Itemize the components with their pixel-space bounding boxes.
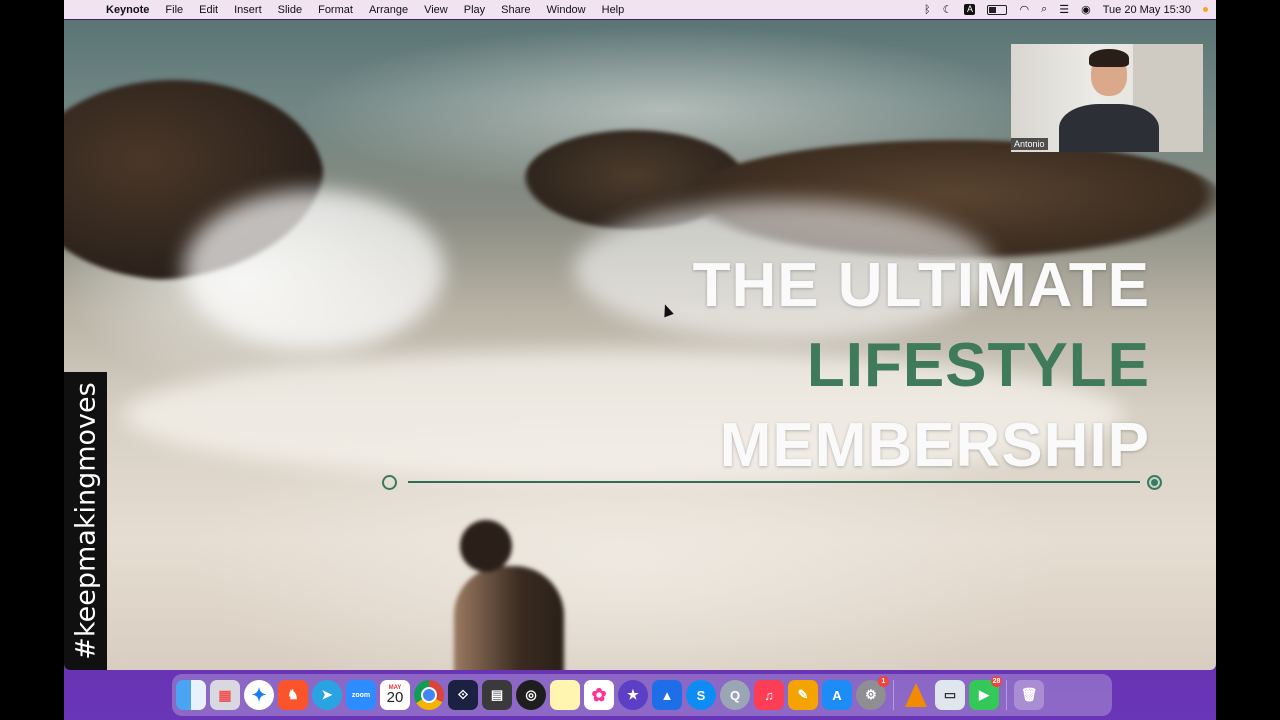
dock-separator bbox=[1006, 680, 1007, 710]
keynote-icon[interactable]: ▲ bbox=[652, 680, 682, 710]
facetime-icon[interactable]: ▶ 28 bbox=[969, 676, 1002, 710]
dock: ▦ ✦ ♞ ➤ zoom MAY 20 ⟐ ▤ ◎ ✿ ★ ▲ S Q ♫ ✎ … bbox=[172, 674, 1112, 716]
trash-icon[interactable]: 🗑 bbox=[1014, 680, 1044, 710]
pages-icon[interactable]: ✎ bbox=[788, 680, 818, 710]
mic-indicator-icon bbox=[1203, 7, 1208, 12]
divider-end-circle bbox=[1147, 475, 1162, 490]
hashtag-banner: #keepmakingmoves bbox=[64, 372, 107, 670]
wave-spray bbox=[184, 190, 444, 350]
slide-divider bbox=[382, 472, 1162, 492]
quicktime-icon[interactable]: Q bbox=[720, 680, 750, 710]
menu-window[interactable]: Window bbox=[547, 4, 586, 16]
menu-slide[interactable]: Slide bbox=[278, 4, 302, 16]
title-line-1: THE ULTIMATE bbox=[692, 251, 1150, 320]
menu-share[interactable]: Share bbox=[501, 4, 530, 16]
menu-format[interactable]: Format bbox=[318, 4, 353, 16]
desktop: Keynote File Edit Insert Slide Format Ar… bbox=[64, 0, 1216, 720]
battery-icon[interactable] bbox=[987, 4, 1008, 15]
presenter-body bbox=[1059, 104, 1159, 152]
app-store-icon[interactable]: A bbox=[822, 680, 852, 710]
participant-name: Antonio bbox=[1011, 138, 1048, 150]
calendar-icon[interactable]: MAY 20 bbox=[380, 680, 410, 710]
dock-separator bbox=[893, 680, 894, 710]
spotlight-search-icon[interactable]: ⌕ bbox=[1041, 3, 1047, 16]
hashtag-text: #keepmakingmoves bbox=[70, 382, 101, 660]
music-icon[interactable]: ♫ bbox=[754, 680, 784, 710]
telegram-icon[interactable]: ➤ bbox=[312, 680, 342, 710]
title-line-2: LIFESTYLE bbox=[806, 331, 1150, 400]
system-preferences-icon[interactable]: ⚙ 1 bbox=[856, 676, 889, 710]
notification-badge: 28 bbox=[991, 676, 1002, 687]
control-center-icon[interactable]: ☰ bbox=[1059, 3, 1069, 16]
bluetooth-icon[interactable]: ᛒ bbox=[924, 4, 931, 16]
imovie-icon[interactable]: ★ bbox=[618, 680, 648, 710]
brave-icon[interactable]: ♞ bbox=[278, 680, 308, 710]
vlc-icon[interactable] bbox=[901, 680, 931, 710]
menu-play[interactable]: Play bbox=[464, 4, 485, 16]
focus-moon-icon[interactable]: ☾ bbox=[943, 3, 953, 16]
menu-edit[interactable]: Edit bbox=[199, 4, 218, 16]
app-menu[interactable]: Keynote bbox=[106, 4, 149, 16]
swimmer-figure bbox=[454, 520, 564, 670]
launchpad-icon[interactable]: ▦ bbox=[210, 680, 240, 710]
vpn-app-icon[interactable]: ⟐ bbox=[448, 680, 478, 710]
clock[interactable]: Tue 20 May 15:30 bbox=[1103, 4, 1191, 16]
notes-icon[interactable] bbox=[550, 680, 580, 710]
safari-icon[interactable]: ✦ bbox=[244, 680, 274, 710]
chrome-icon[interactable] bbox=[414, 680, 444, 710]
notification-badge: 1 bbox=[878, 676, 889, 687]
divider-line bbox=[408, 481, 1140, 483]
shazam-icon[interactable]: S bbox=[686, 680, 716, 710]
calculator-icon[interactable]: ▤ bbox=[482, 680, 512, 710]
photos-icon[interactable]: ✿ bbox=[584, 680, 614, 710]
menu-insert[interactable]: Insert bbox=[234, 4, 262, 16]
divider-start-circle bbox=[382, 475, 397, 490]
menu-file[interactable]: File bbox=[165, 4, 183, 16]
menu-help[interactable]: Help bbox=[602, 4, 625, 16]
video-overlay[interactable]: Antonio bbox=[1011, 44, 1203, 152]
finder-icon[interactable] bbox=[176, 680, 206, 710]
zoom-icon[interactable]: zoom bbox=[346, 680, 376, 710]
siri-icon[interactable]: ◉ bbox=[1081, 3, 1091, 16]
menu-bar: Keynote File Edit Insert Slide Format Ar… bbox=[64, 0, 1216, 19]
preview-icon[interactable]: ▭ bbox=[935, 680, 965, 710]
slide-title: THE ULTIMATE LIFESTYLE MEMBERSHIP bbox=[693, 246, 1150, 486]
menu-view[interactable]: View bbox=[424, 4, 448, 16]
input-source-icon[interactable]: A bbox=[964, 4, 976, 15]
wifi-icon[interactable]: ◠ bbox=[1019, 3, 1029, 16]
menu-arrange[interactable]: Arrange bbox=[369, 4, 408, 16]
obs-icon[interactable]: ◎ bbox=[516, 680, 546, 710]
